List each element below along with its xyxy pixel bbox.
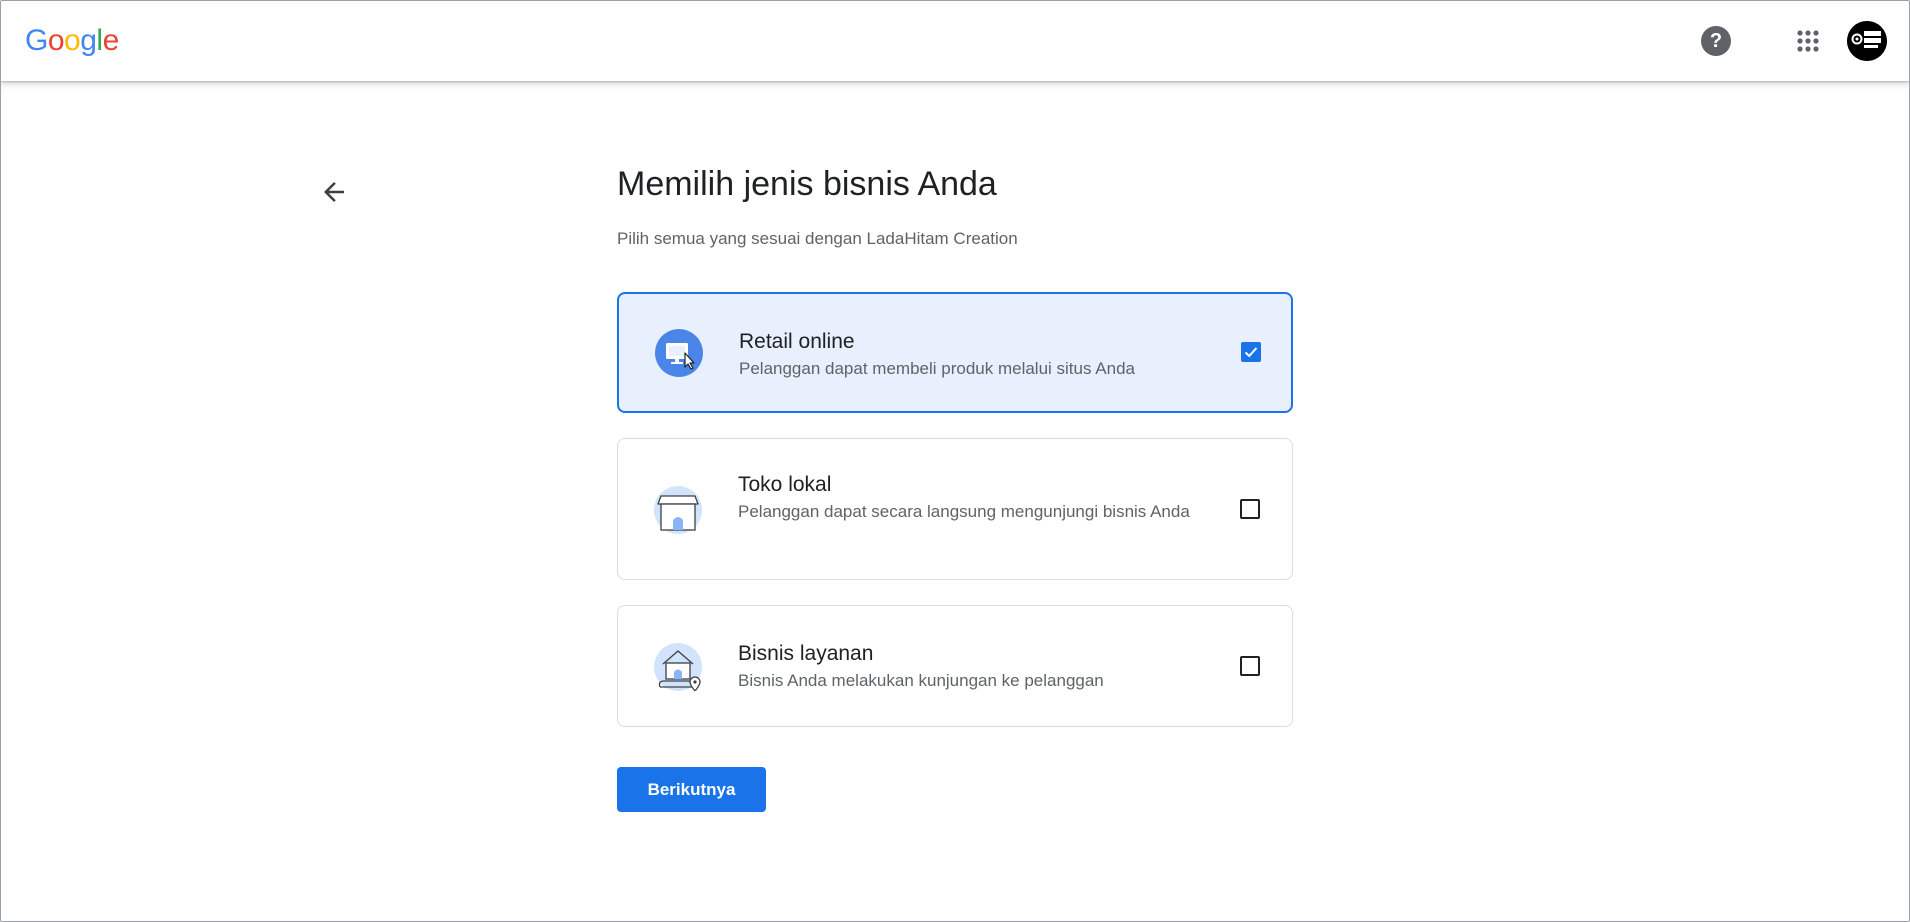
service-business-icon [654,643,702,691]
logo-letter: o [47,24,65,57]
page-subtitle: Pilih semua yang sesuai dengan LadaHitam… [617,229,1018,248]
option-title: Retail online [739,330,855,353]
next-button[interactable]: Berikutnya [617,767,766,812]
logo-letter: g [80,24,97,57]
google-apps-button[interactable] [1797,30,1819,52]
page-title: Memilih jenis bisnis Anda [617,165,997,203]
arrow-left-icon [324,182,344,202]
option-card-retail-online[interactable]: Retail online Pelanggan dapat membeli pr… [617,292,1293,413]
logo-letter: e [102,24,120,57]
help-icon: ? [1709,30,1723,52]
option-card-local-store[interactable]: Toko lokal Pelanggan dapat secara langsu… [617,438,1293,580]
logo-letter: G [25,24,48,57]
option-text: Toko lokal Pelanggan dapat secara langsu… [738,471,1198,524]
page-frame: Google ? Memilih jenis bisnis Anda Pilih… [0,0,1910,922]
account-avatar[interactable] [1847,21,1887,61]
back-button[interactable] [319,177,349,207]
option-text: Bisnis layanan Bisnis Anda melakukan kun… [738,640,1198,693]
apps-grid-icon [1797,30,1819,52]
local-store-icon [654,486,702,534]
option-card-service-business[interactable]: Bisnis layanan Bisnis Anda melakukan kun… [617,605,1293,727]
option-text: Retail online Pelanggan dapat membeli pr… [739,328,1199,381]
retail-online-checkbox[interactable] [1241,342,1261,362]
option-description: Bisnis Anda melakukan kunjungan ke pelan… [738,671,1104,690]
top-app-bar: Google ? [1,1,1909,81]
help-button[interactable]: ? [1701,26,1731,56]
check-icon [1244,347,1258,358]
account-logo-image [1847,21,1887,61]
logo-letter: o [64,24,81,57]
option-description: Pelanggan dapat secara langsung mengunju… [738,502,1190,521]
service-business-checkbox[interactable] [1240,656,1260,676]
online-retail-icon [655,329,703,377]
option-description: Pelanggan dapat membeli produk melalui s… [739,359,1135,378]
option-title: Bisnis layanan [738,642,874,665]
option-title: Toko lokal [738,473,832,496]
local-store-checkbox[interactable] [1240,499,1260,519]
google-logo[interactable]: Google [25,24,119,58]
